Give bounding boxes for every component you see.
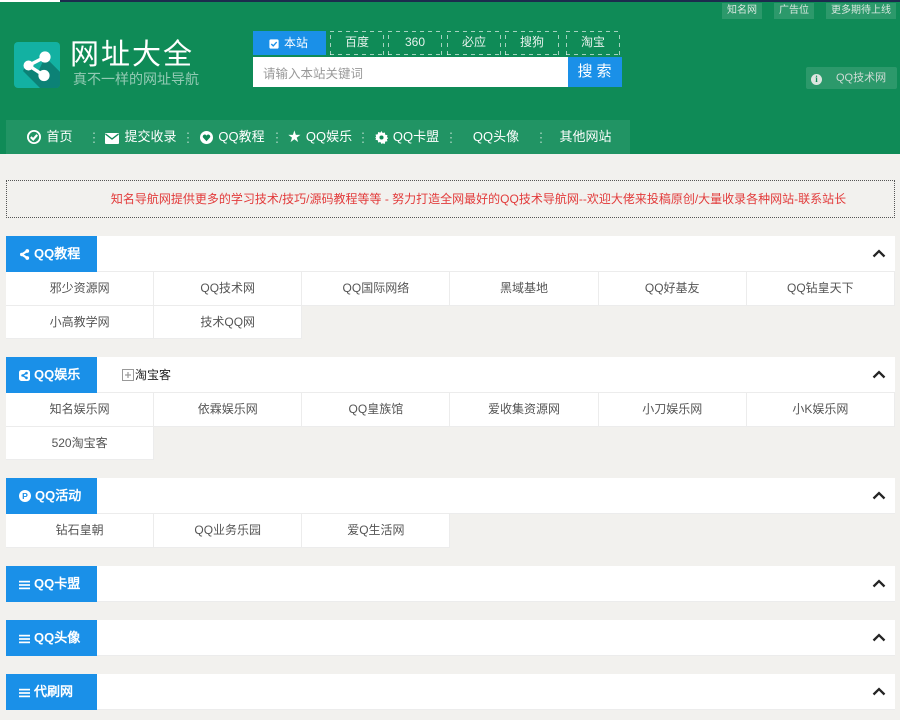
svg-text:P: P [22,491,28,501]
